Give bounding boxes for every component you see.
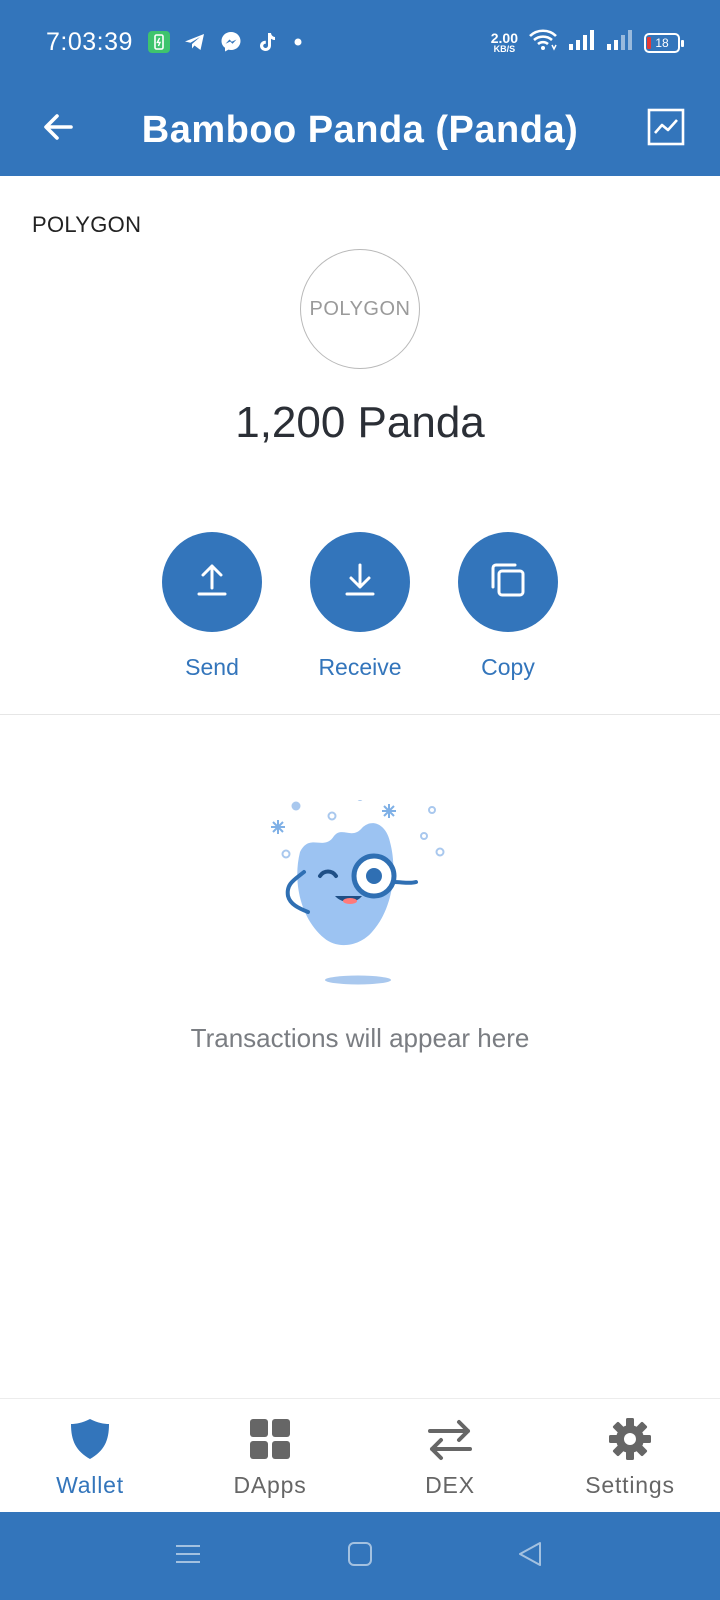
menu-icon [174,1542,202,1571]
nav-dex-label: DEX [425,1472,475,1498]
telegram-icon [183,30,207,59]
page-title: Bamboo Panda (Panda) [141,109,579,151]
arrow-left-icon [40,109,76,150]
price-chart-button[interactable] [638,101,694,157]
dot-icon [291,30,305,59]
send-button[interactable]: Send [152,532,272,681]
token-logo: POLYGON [300,249,420,369]
back-button[interactable] [30,101,86,157]
wifi-icon [528,28,558,57]
system-back-button[interactable] [514,1540,546,1572]
system-navigation-bar [0,1512,720,1600]
send-label: Send [185,654,239,680]
system-status-icons: 2.00 KB/S 18 [490,28,684,57]
grid-icon [248,1417,292,1466]
nav-dapps-label: DApps [233,1472,307,1498]
network-label: POLYGON [32,212,142,237]
battery-saver-icon [147,30,171,59]
battery-indicator: 18 [644,32,684,53]
status-time: 7:03:39 [46,28,133,56]
battery-level: 18 [655,35,669,50]
shield-icon [68,1417,112,1466]
nav-settings[interactable]: Settings [550,1417,710,1499]
square-icon [347,1541,373,1572]
copy-label: Copy [481,654,535,680]
signal-icon [606,28,634,57]
nav-settings-label: Settings [585,1472,675,1498]
swap-icon [426,1417,474,1466]
signal-icon [568,28,596,57]
nav-wallet-label: Wallet [56,1472,124,1498]
empty-state-message: Transactions will appear here [190,1023,530,1053]
app-bar: Bamboo Panda (Panda) [0,86,720,176]
send-circle[interactable] [162,532,262,632]
receive-label: Receive [318,654,402,680]
receive-circle[interactable] [310,532,410,632]
copy-button[interactable]: Copy [448,532,568,681]
nav-wallet[interactable]: Wallet [10,1417,170,1499]
section-divider [0,714,720,715]
token-logo-text: POLYGON [309,297,411,320]
bottom-navigation: Wallet DApps DEX Settings [0,1398,720,1512]
download-icon [340,560,380,605]
nav-dex[interactable]: DEX [370,1417,530,1499]
copy-icon [487,559,529,606]
home-button[interactable] [344,1540,376,1572]
menu-button[interactable] [172,1540,204,1572]
messenger-icon [219,30,243,59]
copy-circle[interactable] [458,532,558,632]
tiktok-icon [255,30,279,59]
network-speed: 2.00 KB/S [490,30,518,54]
chart-icon [647,108,685,151]
gear-icon [608,1417,652,1466]
notification-icons [147,30,305,59]
receive-button[interactable]: Receive [300,532,420,681]
status-bar: 7:03:39 2.00 KB/S 18 [0,0,720,86]
token-balance: 1,200 Panda [235,398,485,447]
upload-icon [192,560,232,605]
empty-state-illustration [268,795,458,990]
triangle-back-icon [516,1540,544,1573]
nav-dapps[interactable]: DApps [190,1417,350,1499]
action-buttons: Send Receive Copy [0,532,720,682]
